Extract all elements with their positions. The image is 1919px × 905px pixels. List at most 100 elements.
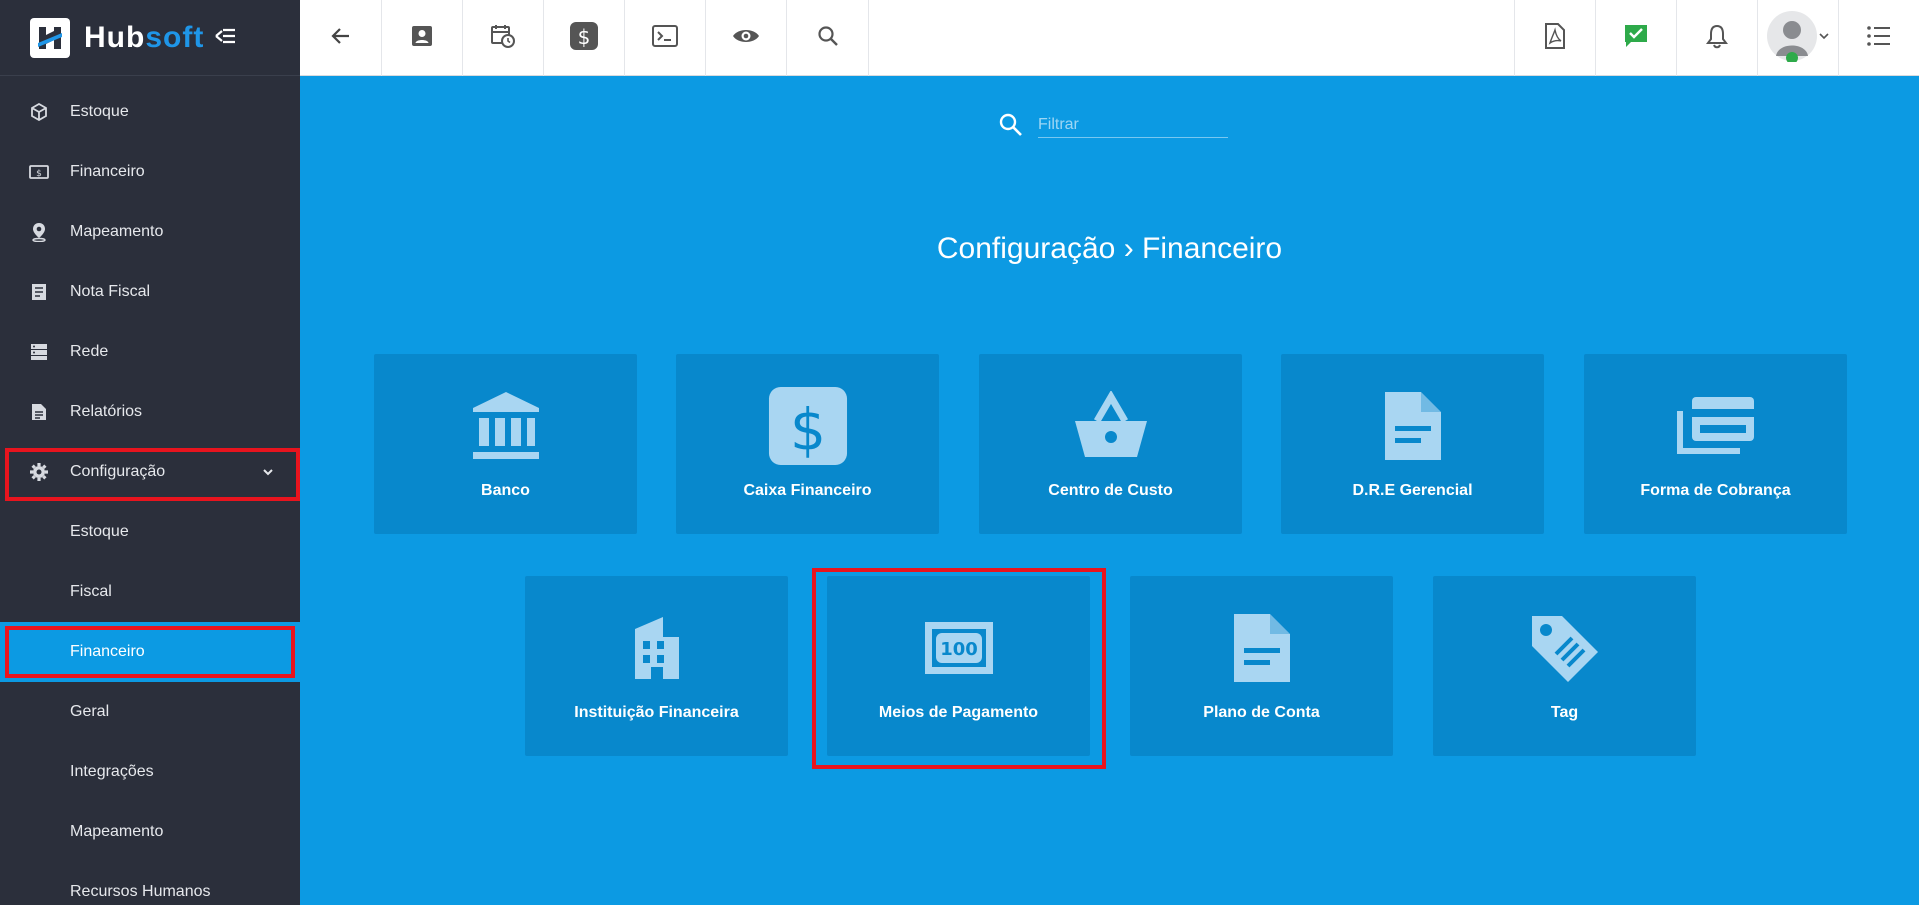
submenu-item-recursos-humanos[interactable]: Recursos Humanos [0, 862, 300, 905]
card-label: Meios de Pagamento [878, 704, 1039, 721]
schedule-button[interactable] [463, 0, 544, 76]
submenu-item-integracoes[interactable]: Integrações [0, 742, 300, 802]
svg-text:$: $ [790, 397, 826, 463]
submenu-item-fiscal[interactable]: Fiscal [0, 562, 300, 622]
card-meios-de-pagamento[interactable]: 100 Meios de Pagamento [827, 576, 1090, 756]
finance-button[interactable]: $ [544, 0, 625, 76]
search-icon [816, 24, 840, 53]
eye-icon [732, 26, 760, 51]
notifications-button[interactable] [1676, 0, 1757, 76]
brand-name-hub: Hub [84, 20, 146, 54]
top-bar: $ [300, 0, 1919, 76]
document-icon [1222, 608, 1302, 688]
options-menu-button[interactable] [1838, 0, 1919, 76]
tasks-button[interactable] [1595, 0, 1676, 76]
back-button[interactable] [300, 0, 382, 76]
page-title: Configuração › Financeiro [300, 232, 1919, 266]
sidebar-item-label: Nota Fiscal [70, 283, 151, 300]
cards-icon [1676, 386, 1756, 466]
calendar-clock-icon [490, 23, 516, 54]
card-dre-gerencial[interactable]: D.R.E Gerencial [1281, 354, 1544, 534]
banknote-value: 100 [940, 639, 978, 660]
svg-text:$: $ [578, 25, 591, 49]
bank-icon [466, 386, 546, 466]
brand-name: Hubsoft [84, 21, 204, 55]
gear-icon [29, 462, 49, 482]
chevron-down-icon [1818, 29, 1830, 47]
submenu-item-mapeamento[interactable]: Mapeamento [0, 802, 300, 862]
sidebar-item-financeiro[interactable]: $ Financeiro [0, 142, 300, 202]
submenu-item-estoque[interactable]: Estoque [0, 502, 300, 562]
hubsoft-logo-icon[interactable] [30, 17, 70, 58]
dollar-icon: $ [569, 21, 599, 56]
breadcrumb-separator: › [1123, 232, 1134, 265]
dollar-box-icon: $ [768, 386, 848, 466]
card-label: Forma de Cobrança [1640, 482, 1791, 499]
user-menu-button[interactable] [1757, 0, 1838, 76]
cash-icon: $ [29, 162, 49, 182]
card-label: Caixa Financeiro [743, 482, 872, 499]
pdf-icon [1544, 22, 1566, 54]
sidebar-item-nota-fiscal[interactable]: Nota Fiscal [0, 262, 300, 322]
collapse-sidebar-icon[interactable] [214, 24, 236, 52]
report-icon [29, 402, 49, 422]
card-caixa-financeiro[interactable]: $ Caixa Financeiro [676, 354, 939, 534]
filter-search [998, 108, 1230, 142]
card-label: Tag [1550, 704, 1579, 721]
card-tag[interactable]: Tag [1433, 576, 1696, 756]
building-icon [617, 608, 697, 688]
avatar [1766, 10, 1818, 67]
card-label: Centro de Custo [1048, 482, 1173, 499]
sidebar-item-label: Financeiro [70, 163, 145, 180]
card-centro-de-custo[interactable]: Centro de Custo [979, 354, 1242, 534]
contacts-button[interactable] [382, 0, 463, 76]
brand-name-soft: soft [145, 20, 205, 54]
chevron-down-icon [258, 462, 278, 482]
breadcrumb-configuracao[interactable]: Configuração [937, 232, 1115, 265]
sidebar-item-label: Relatórios [70, 403, 143, 420]
card-label: Plano de Conta [1203, 704, 1320, 721]
document-icon [1373, 386, 1453, 466]
pdf-button[interactable] [1514, 0, 1595, 76]
basket-icon [1071, 386, 1151, 466]
card-label: Instituição Financeira [574, 704, 739, 721]
tag-icon [1525, 608, 1605, 688]
sidebar-item-configuracao[interactable]: Configuração [0, 442, 300, 502]
check-chat-icon [1623, 23, 1649, 54]
filter-input[interactable] [1038, 112, 1228, 138]
card-banco[interactable]: Banco [374, 354, 637, 534]
sidebar-item-label: Rede [70, 343, 109, 360]
sidebar-item-relatorios[interactable]: Relatórios [0, 382, 300, 442]
sidebar-item-label: Configuração [70, 463, 166, 480]
server-icon [29, 342, 49, 362]
contact-card-icon [410, 24, 434, 53]
box-icon [29, 102, 49, 122]
terminal-button[interactable] [625, 0, 706, 76]
sidebar-item-label: Estoque [70, 103, 129, 120]
sidebar-item-mapeamento[interactable]: Mapeamento [0, 202, 300, 262]
card-label: D.R.E Gerencial [1352, 482, 1473, 499]
map-pin-icon [29, 222, 49, 242]
submenu-item-financeiro[interactable]: Financeiro [0, 622, 300, 682]
card-label: Banco [481, 482, 530, 499]
card-instituicao-financeira[interactable]: Instituição Financeira [525, 576, 788, 756]
search-button[interactable] [787, 0, 869, 76]
terminal-icon [652, 24, 678, 53]
search-icon [998, 112, 1024, 138]
list-menu-icon [1866, 25, 1892, 52]
sidebar: Hubsoft Estoque $ Financeiro Mapeamento … [0, 0, 300, 905]
banknote-100-icon: 100 [919, 608, 999, 688]
sidebar-item-label: Mapeamento [70, 223, 164, 240]
view-button[interactable] [706, 0, 787, 76]
card-forma-de-cobranca[interactable]: Forma de Cobrança [1584, 354, 1847, 534]
back-arrow-icon [329, 24, 353, 53]
submenu-item-geral[interactable]: Geral [0, 682, 300, 742]
document-icon [29, 282, 49, 302]
sidebar-item-estoque[interactable]: Estoque [0, 82, 300, 142]
breadcrumb-financeiro: Financeiro [1142, 232, 1283, 265]
card-plano-de-conta[interactable]: Plano de Conta [1130, 576, 1393, 756]
bell-icon [1705, 23, 1729, 54]
sidebar-item-rede[interactable]: Rede [0, 322, 300, 382]
svg-text:$: $ [36, 169, 42, 179]
brand-header: Hubsoft [0, 0, 300, 76]
